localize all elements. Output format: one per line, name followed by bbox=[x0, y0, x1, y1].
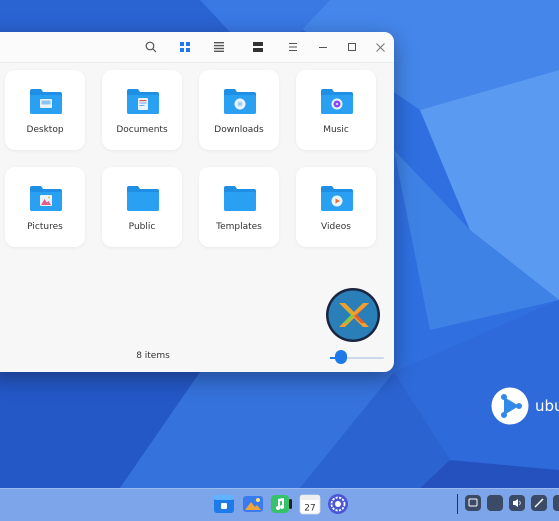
power-icon[interactable] bbox=[553, 495, 559, 511]
image-viewer-icon[interactable] bbox=[242, 493, 264, 515]
minimize-icon[interactable] bbox=[310, 32, 336, 62]
music-player-icon[interactable] bbox=[270, 493, 292, 515]
dock-separator bbox=[457, 494, 458, 514]
dock: 27 bbox=[0, 488, 559, 521]
folder-label: Videos bbox=[321, 222, 351, 232]
zoom-slider-handle[interactable] bbox=[334, 350, 347, 364]
volume-icon[interactable] bbox=[509, 495, 525, 511]
folder-label: Downloads bbox=[214, 125, 264, 135]
folder-pictures-icon bbox=[30, 186, 62, 211]
folder-label: Documents bbox=[116, 125, 168, 135]
folder-music-icon bbox=[321, 89, 353, 114]
calendar-day: 27 bbox=[304, 504, 315, 514]
search-icon[interactable] bbox=[138, 32, 164, 62]
folder-downloads-icon bbox=[224, 89, 256, 114]
folder-label: Pictures bbox=[27, 222, 63, 232]
item-count: 8 items bbox=[136, 351, 170, 361]
folder-desktop-icon bbox=[30, 89, 62, 114]
folder-public[interactable]: Public bbox=[102, 167, 182, 247]
folder-pictures[interactable]: Pictures bbox=[5, 167, 85, 247]
menu-icon[interactable] bbox=[280, 32, 306, 62]
folder-music[interactable]: Music bbox=[296, 70, 376, 150]
grid-view-icon[interactable] bbox=[172, 32, 198, 62]
compact-view-icon[interactable] bbox=[245, 32, 271, 62]
list-view-icon[interactable] bbox=[206, 32, 232, 62]
calendar-icon[interactable]: 27 bbox=[299, 493, 321, 515]
folder-documents[interactable]: Documents bbox=[102, 70, 182, 150]
maximize-icon[interactable] bbox=[339, 32, 365, 62]
folder-label: Desktop bbox=[26, 125, 64, 135]
status-bar: 8 items bbox=[0, 342, 394, 372]
folder-public-icon bbox=[127, 186, 159, 211]
folder-label: Public bbox=[128, 222, 156, 232]
show-desktop-icon[interactable] bbox=[465, 495, 481, 511]
pen-icon[interactable] bbox=[531, 495, 547, 511]
folder-videos-icon bbox=[321, 186, 353, 211]
folder-label: Music bbox=[323, 125, 349, 135]
ubuntu-logo-icon bbox=[491, 387, 529, 425]
folder-videos[interactable]: Videos bbox=[296, 167, 376, 247]
folder-documents-icon bbox=[127, 89, 159, 114]
folder-templates[interactable]: Templates bbox=[199, 167, 279, 247]
window-titlebar[interactable] bbox=[0, 32, 394, 63]
folder-templates-icon bbox=[224, 186, 256, 211]
settings-icon[interactable] bbox=[327, 493, 349, 515]
folder-downloads[interactable]: Downloads bbox=[199, 70, 279, 150]
multitasking-icon[interactable] bbox=[487, 495, 503, 511]
app-logo-icon[interactable] bbox=[325, 287, 381, 343]
file-manager-icon[interactable] bbox=[213, 493, 235, 515]
folder-label: Templates bbox=[216, 222, 262, 232]
folder-desktop[interactable]: Desktop bbox=[5, 70, 85, 150]
brand-text: ubu bbox=[535, 397, 559, 415]
close-icon[interactable] bbox=[367, 32, 393, 62]
